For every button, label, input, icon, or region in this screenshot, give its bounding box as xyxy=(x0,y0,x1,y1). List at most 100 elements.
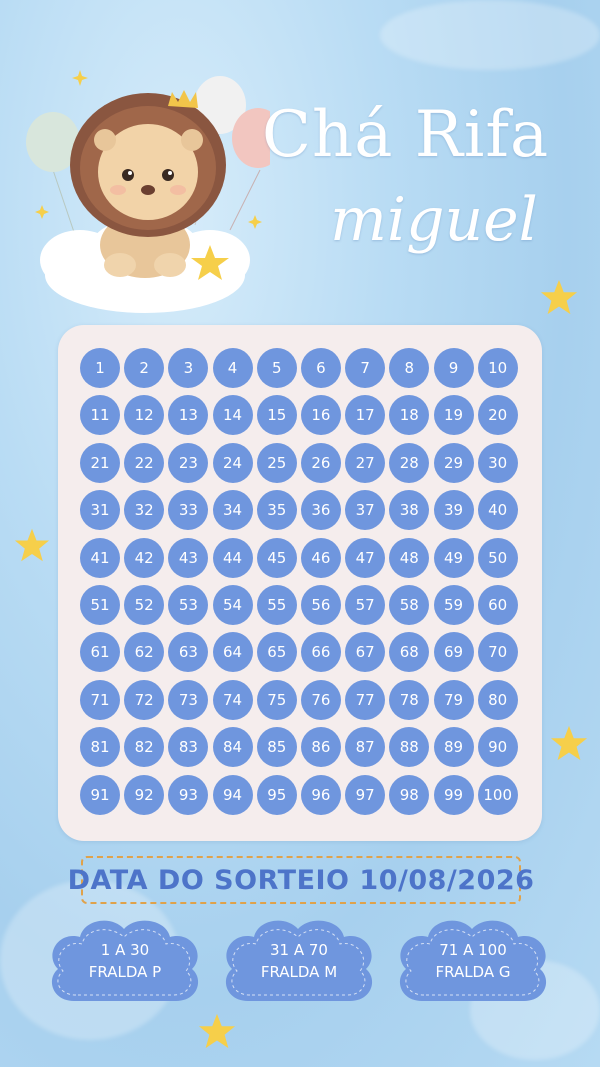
raffle-number[interactable]: 93 xyxy=(168,774,209,815)
raffle-number[interactable]: 55 xyxy=(256,584,297,625)
raffle-number[interactable]: 35 xyxy=(256,490,297,531)
raffle-number[interactable]: 77 xyxy=(345,679,386,720)
raffle-number[interactable]: 64 xyxy=(212,632,253,673)
raffle-number[interactable]: 45 xyxy=(256,537,297,578)
raffle-number[interactable]: 6 xyxy=(300,348,341,388)
raffle-number[interactable]: 54 xyxy=(212,584,253,625)
raffle-number[interactable]: 36 xyxy=(300,490,341,531)
raffle-number[interactable]: 21 xyxy=(80,442,120,483)
raffle-number[interactable]: 40 xyxy=(477,490,518,531)
raffle-number[interactable]: 29 xyxy=(433,442,474,483)
raffle-number[interactable]: 63 xyxy=(168,632,209,673)
raffle-number[interactable]: 1 xyxy=(80,348,120,388)
raffle-number[interactable]: 84 xyxy=(212,727,253,768)
raffle-number[interactable]: 37 xyxy=(345,490,386,531)
raffle-number[interactable]: 67 xyxy=(345,632,386,673)
raffle-number[interactable]: 87 xyxy=(345,727,386,768)
raffle-number[interactable]: 34 xyxy=(212,490,253,531)
raffle-number[interactable]: 75 xyxy=(256,679,297,720)
raffle-number[interactable]: 10 xyxy=(477,348,518,388)
raffle-number[interactable]: 53 xyxy=(168,584,209,625)
raffle-number[interactable]: 2 xyxy=(124,348,165,388)
raffle-number[interactable]: 9 xyxy=(433,348,474,388)
raffle-number[interactable]: 90 xyxy=(477,727,518,768)
raffle-number[interactable]: 94 xyxy=(212,774,253,815)
raffle-number[interactable]: 60 xyxy=(477,584,518,625)
raffle-number[interactable]: 62 xyxy=(124,632,165,673)
raffle-number[interactable]: 72 xyxy=(124,679,165,720)
raffle-number[interactable]: 79 xyxy=(433,679,474,720)
raffle-number[interactable]: 56 xyxy=(300,584,341,625)
raffle-number[interactable]: 14 xyxy=(212,395,253,436)
raffle-number[interactable]: 91 xyxy=(80,774,120,815)
raffle-number[interactable]: 27 xyxy=(345,442,386,483)
raffle-number[interactable]: 11 xyxy=(80,395,120,436)
raffle-number[interactable]: 8 xyxy=(389,348,430,388)
raffle-number[interactable]: 99 xyxy=(433,774,474,815)
raffle-number[interactable]: 97 xyxy=(345,774,386,815)
raffle-number[interactable]: 58 xyxy=(389,584,430,625)
raffle-number[interactable]: 17 xyxy=(345,395,386,436)
raffle-number[interactable]: 38 xyxy=(389,490,430,531)
raffle-number[interactable]: 13 xyxy=(168,395,209,436)
raffle-number[interactable]: 46 xyxy=(300,537,341,578)
raffle-number[interactable]: 65 xyxy=(256,632,297,673)
raffle-number[interactable]: 30 xyxy=(477,442,518,483)
raffle-number[interactable]: 41 xyxy=(80,537,120,578)
raffle-number[interactable]: 80 xyxy=(477,679,518,720)
raffle-number[interactable]: 50 xyxy=(477,537,518,578)
raffle-number[interactable]: 25 xyxy=(256,442,297,483)
raffle-number[interactable]: 82 xyxy=(124,727,165,768)
raffle-number[interactable]: 73 xyxy=(168,679,209,720)
raffle-number[interactable]: 68 xyxy=(389,632,430,673)
raffle-number[interactable]: 43 xyxy=(168,537,209,578)
raffle-number[interactable]: 95 xyxy=(256,774,297,815)
raffle-number[interactable]: 66 xyxy=(300,632,341,673)
raffle-number[interactable]: 4 xyxy=(212,348,253,388)
raffle-number[interactable]: 28 xyxy=(389,442,430,483)
raffle-number[interactable]: 88 xyxy=(389,727,430,768)
raffle-number[interactable]: 39 xyxy=(433,490,474,531)
raffle-number[interactable]: 16 xyxy=(300,395,341,436)
raffle-number[interactable]: 33 xyxy=(168,490,209,531)
raffle-number[interactable]: 19 xyxy=(433,395,474,436)
raffle-number[interactable]: 81 xyxy=(80,727,120,768)
raffle-number[interactable]: 48 xyxy=(389,537,430,578)
raffle-number[interactable]: 5 xyxy=(256,348,297,388)
raffle-number[interactable]: 70 xyxy=(477,632,518,673)
raffle-number[interactable]: 89 xyxy=(433,727,474,768)
raffle-number[interactable]: 42 xyxy=(124,537,165,578)
raffle-number[interactable]: 26 xyxy=(300,442,341,483)
raffle-number[interactable]: 18 xyxy=(389,395,430,436)
raffle-number[interactable]: 83 xyxy=(168,727,209,768)
raffle-number[interactable]: 49 xyxy=(433,537,474,578)
raffle-number[interactable]: 71 xyxy=(80,679,120,720)
raffle-number[interactable]: 61 xyxy=(80,632,120,673)
raffle-number[interactable]: 44 xyxy=(212,537,253,578)
raffle-number[interactable]: 98 xyxy=(389,774,430,815)
raffle-number[interactable]: 69 xyxy=(433,632,474,673)
raffle-number[interactable]: 31 xyxy=(80,490,120,531)
raffle-number[interactable]: 59 xyxy=(433,584,474,625)
raffle-number[interactable]: 85 xyxy=(256,727,297,768)
raffle-number[interactable]: 32 xyxy=(124,490,165,531)
raffle-number[interactable]: 23 xyxy=(168,442,209,483)
raffle-number[interactable]: 24 xyxy=(212,442,253,483)
raffle-number[interactable]: 15 xyxy=(256,395,297,436)
raffle-number[interactable]: 3 xyxy=(168,348,209,388)
raffle-number[interactable]: 57 xyxy=(345,584,386,625)
raffle-number[interactable]: 92 xyxy=(124,774,165,815)
raffle-number[interactable]: 100 xyxy=(477,774,518,815)
raffle-number[interactable]: 51 xyxy=(80,584,120,625)
raffle-number[interactable]: 7 xyxy=(345,348,386,388)
raffle-number[interactable]: 96 xyxy=(300,774,341,815)
raffle-number[interactable]: 86 xyxy=(300,727,341,768)
raffle-number[interactable]: 20 xyxy=(477,395,518,436)
raffle-number[interactable]: 76 xyxy=(300,679,341,720)
raffle-number[interactable]: 74 xyxy=(212,679,253,720)
raffle-number[interactable]: 78 xyxy=(389,679,430,720)
raffle-number[interactable]: 12 xyxy=(124,395,165,436)
raffle-number[interactable]: 47 xyxy=(345,537,386,578)
raffle-number[interactable]: 52 xyxy=(124,584,165,625)
raffle-number[interactable]: 22 xyxy=(124,442,165,483)
